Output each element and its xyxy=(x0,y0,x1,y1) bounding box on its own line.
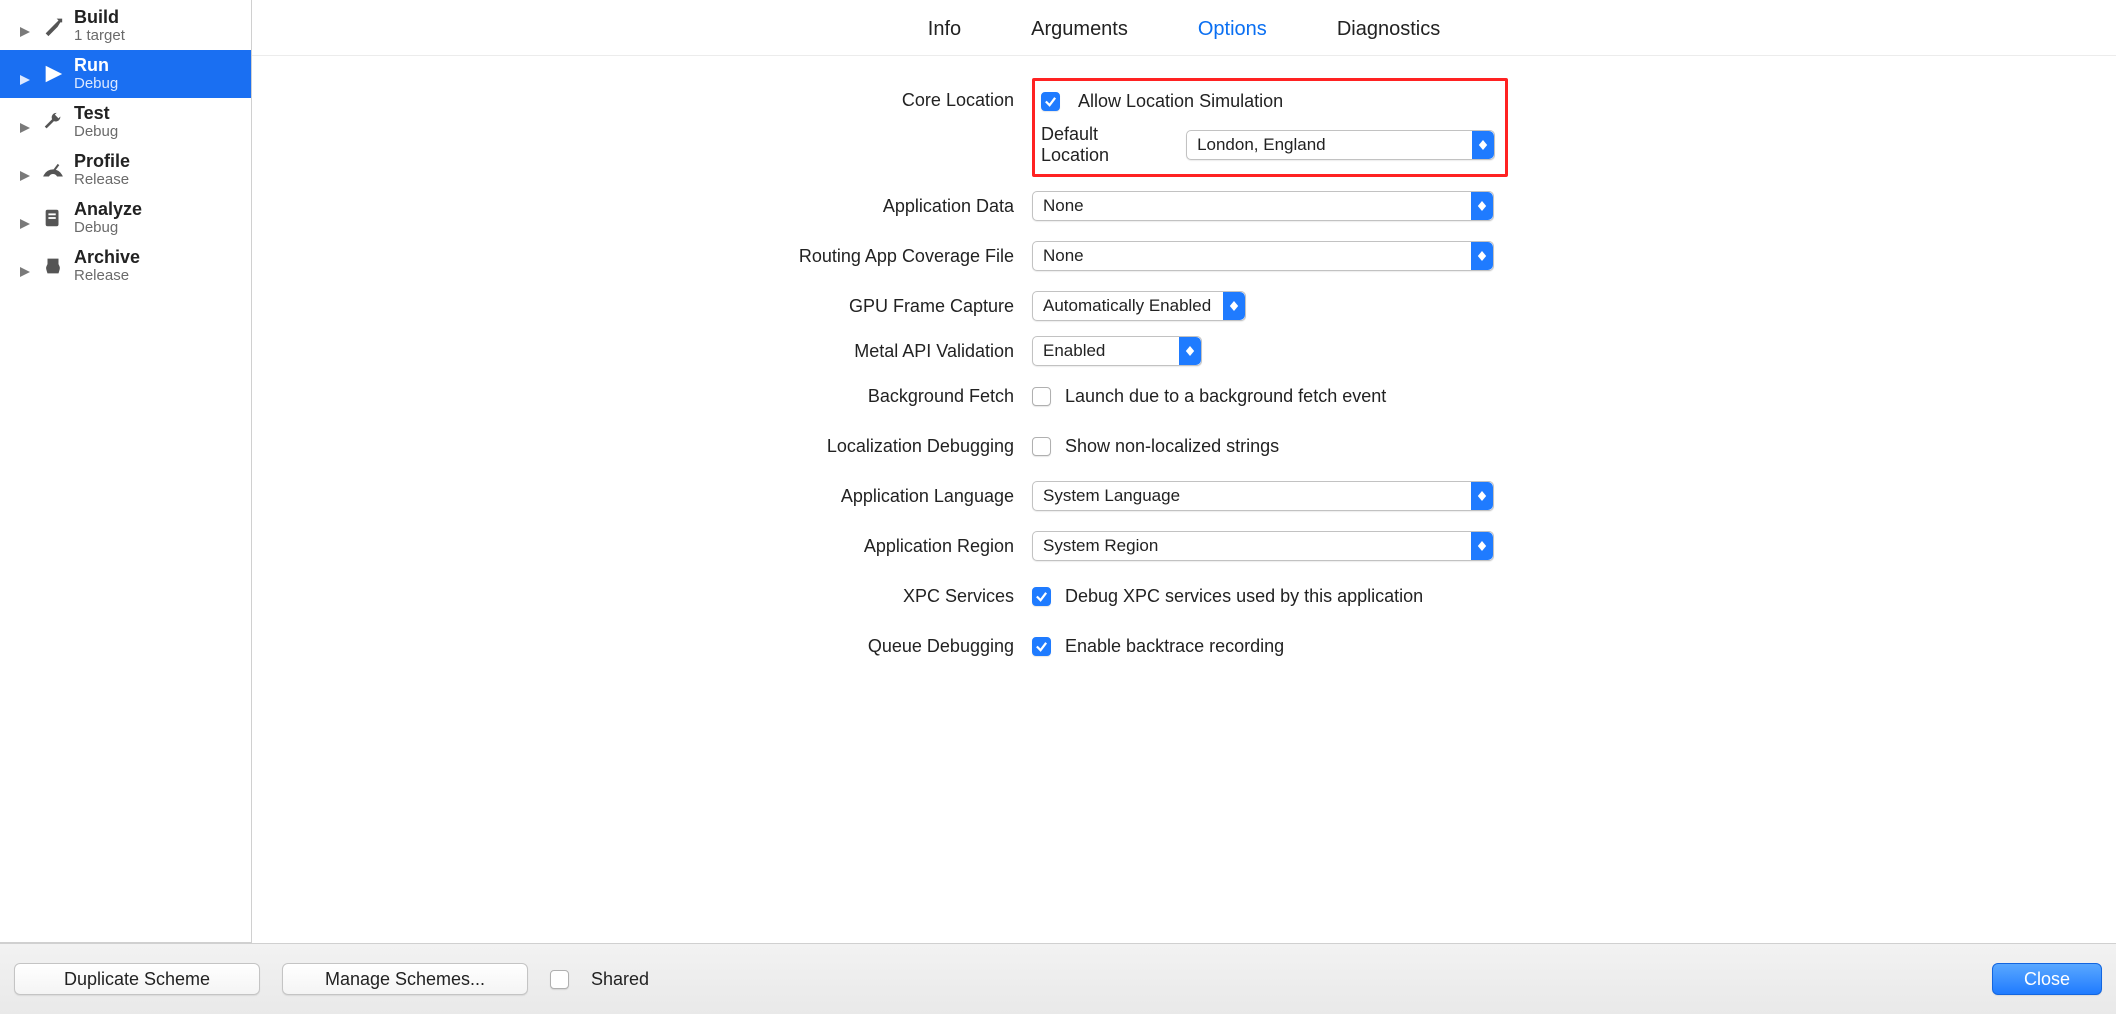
disclosure-triangle-icon[interactable] xyxy=(20,165,30,175)
gpu-frame-capture-value: Automatically Enabled xyxy=(1043,296,1211,316)
background-fetch-label: Background Fetch xyxy=(252,386,1032,407)
disclosure-triangle-icon[interactable] xyxy=(20,21,30,31)
sidebar-item-archive[interactable]: Archive Release xyxy=(0,242,251,290)
sidebar-item-analyze[interactable]: Analyze Debug xyxy=(0,194,251,242)
shared-label: Shared xyxy=(591,969,649,990)
gpu-frame-capture-select[interactable]: Automatically Enabled xyxy=(1032,291,1246,321)
wrench-icon xyxy=(40,111,66,133)
select-stepper-icon xyxy=(1223,292,1245,320)
disclosure-triangle-icon[interactable] xyxy=(20,117,30,127)
localization-debugging-checkbox[interactable] xyxy=(1032,437,1051,456)
sidebar-item-title: Build xyxy=(74,8,125,28)
sidebar-item-title: Profile xyxy=(74,152,130,172)
queue-debugging-label: Queue Debugging xyxy=(252,636,1032,657)
disclosure-triangle-icon[interactable] xyxy=(20,261,30,271)
sidebar-item-run[interactable]: Run Debug xyxy=(0,50,251,98)
application-data-label: Application Data xyxy=(252,196,1032,217)
tab-arguments[interactable]: Arguments xyxy=(1031,18,1128,41)
application-data-value: None xyxy=(1043,196,1084,216)
xpc-services-label: XPC Services xyxy=(252,586,1032,607)
disclosure-triangle-icon[interactable] xyxy=(20,213,30,223)
select-stepper-icon xyxy=(1471,242,1493,270)
application-region-select[interactable]: System Region xyxy=(1032,531,1494,561)
core-location-highlight: Allow Location Simulation Default Locati… xyxy=(1032,78,1508,177)
content-area: Info Arguments Options Diagnostics Core … xyxy=(252,0,2116,943)
scheme-sidebar: Build 1 target Run Debug xyxy=(0,0,252,943)
sidebar-item-labels: Archive Release xyxy=(74,248,140,284)
sidebar-item-build[interactable]: Build 1 target xyxy=(0,2,251,50)
application-language-value: System Language xyxy=(1043,486,1180,506)
routing-file-select[interactable]: None xyxy=(1032,241,1494,271)
sidebar-item-subtitle: Release xyxy=(74,268,140,285)
default-location-value: London, England xyxy=(1197,135,1326,155)
application-data-select[interactable]: None xyxy=(1032,191,1494,221)
routing-file-label: Routing App Coverage File xyxy=(252,246,1032,267)
gauge-icon xyxy=(40,159,66,181)
tab-info[interactable]: Info xyxy=(928,18,961,41)
sidebar-item-profile[interactable]: Profile Release xyxy=(0,146,251,194)
sidebar-item-labels: Test Debug xyxy=(74,104,118,140)
select-stepper-icon xyxy=(1471,482,1493,510)
select-stepper-icon xyxy=(1471,532,1493,560)
select-stepper-icon xyxy=(1471,192,1493,220)
select-stepper-icon xyxy=(1179,337,1201,365)
queue-debugging-checkbox[interactable] xyxy=(1032,637,1051,656)
scheme-editor: Build 1 target Run Debug xyxy=(0,0,2116,1014)
analyze-icon xyxy=(40,207,66,229)
sidebar-item-subtitle: 1 target xyxy=(74,28,125,45)
close-label: Close xyxy=(2024,969,2070,990)
sidebar-item-title: Archive xyxy=(74,248,140,268)
sidebar-item-labels: Analyze Debug xyxy=(74,200,142,236)
allow-location-simulation-label: Allow Location Simulation xyxy=(1078,91,1283,112)
disclosure-triangle-icon[interactable] xyxy=(20,69,30,79)
allow-location-simulation-checkbox[interactable] xyxy=(1041,92,1060,111)
options-form: Core Location Allow Location Simulation … xyxy=(252,56,2116,943)
routing-file-value: None xyxy=(1043,246,1084,266)
manage-schemes-button[interactable]: Manage Schemes... xyxy=(282,963,528,995)
footer-bar: Duplicate Scheme Manage Schemes... Share… xyxy=(0,944,2116,1014)
shared-checkbox[interactable] xyxy=(550,970,569,989)
sidebar-item-labels: Build 1 target xyxy=(74,8,125,44)
close-button[interactable]: Close xyxy=(1992,963,2102,995)
sidebar-item-title: Test xyxy=(74,104,118,124)
background-fetch-check-label: Launch due to a background fetch event xyxy=(1065,386,1386,407)
core-location-label: Core Location xyxy=(252,78,1032,111)
duplicate-scheme-label: Duplicate Scheme xyxy=(64,969,210,990)
sidebar-item-subtitle: Release xyxy=(74,172,130,189)
tab-bar: Info Arguments Options Diagnostics xyxy=(252,0,2116,56)
sidebar-item-title: Run xyxy=(74,56,118,76)
sidebar-item-test[interactable]: Test Debug xyxy=(0,98,251,146)
application-region-value: System Region xyxy=(1043,536,1158,556)
select-stepper-icon xyxy=(1472,131,1494,159)
sidebar-item-subtitle: Debug xyxy=(74,220,142,237)
sidebar-item-labels: Run Debug xyxy=(74,56,118,92)
manage-schemes-label: Manage Schemes... xyxy=(325,969,485,990)
application-language-label: Application Language xyxy=(252,486,1032,507)
metal-api-validation-select[interactable]: Enabled xyxy=(1032,336,1202,366)
sidebar-item-subtitle: Debug xyxy=(74,76,118,93)
default-location-select[interactable]: London, England xyxy=(1186,130,1495,160)
application-region-label: Application Region xyxy=(252,536,1032,557)
archive-icon xyxy=(40,255,66,277)
xpc-services-check-label: Debug XPC services used by this applicat… xyxy=(1065,586,1423,607)
application-language-select[interactable]: System Language xyxy=(1032,481,1494,511)
metal-api-validation-label: Metal API Validation xyxy=(252,341,1032,362)
metal-api-validation-value: Enabled xyxy=(1043,341,1105,361)
sidebar-item-title: Analyze xyxy=(74,200,142,220)
xpc-services-checkbox[interactable] xyxy=(1032,587,1051,606)
tab-options[interactable]: Options xyxy=(1198,18,1267,41)
default-location-label: Default Location xyxy=(1041,124,1168,166)
gpu-frame-capture-label: GPU Frame Capture xyxy=(252,296,1032,317)
sidebar-item-subtitle: Debug xyxy=(74,124,118,141)
main-area: Build 1 target Run Debug xyxy=(0,0,2116,944)
background-fetch-checkbox[interactable] xyxy=(1032,387,1051,406)
localization-debugging-check-label: Show non-localized strings xyxy=(1065,436,1279,457)
play-icon xyxy=(40,63,66,85)
sidebar-item-labels: Profile Release xyxy=(74,152,130,188)
duplicate-scheme-button[interactable]: Duplicate Scheme xyxy=(14,963,260,995)
hammer-icon xyxy=(40,15,66,37)
localization-debugging-label: Localization Debugging xyxy=(252,436,1032,457)
queue-debugging-check-label: Enable backtrace recording xyxy=(1065,636,1284,657)
tab-diagnostics[interactable]: Diagnostics xyxy=(1337,18,1440,41)
